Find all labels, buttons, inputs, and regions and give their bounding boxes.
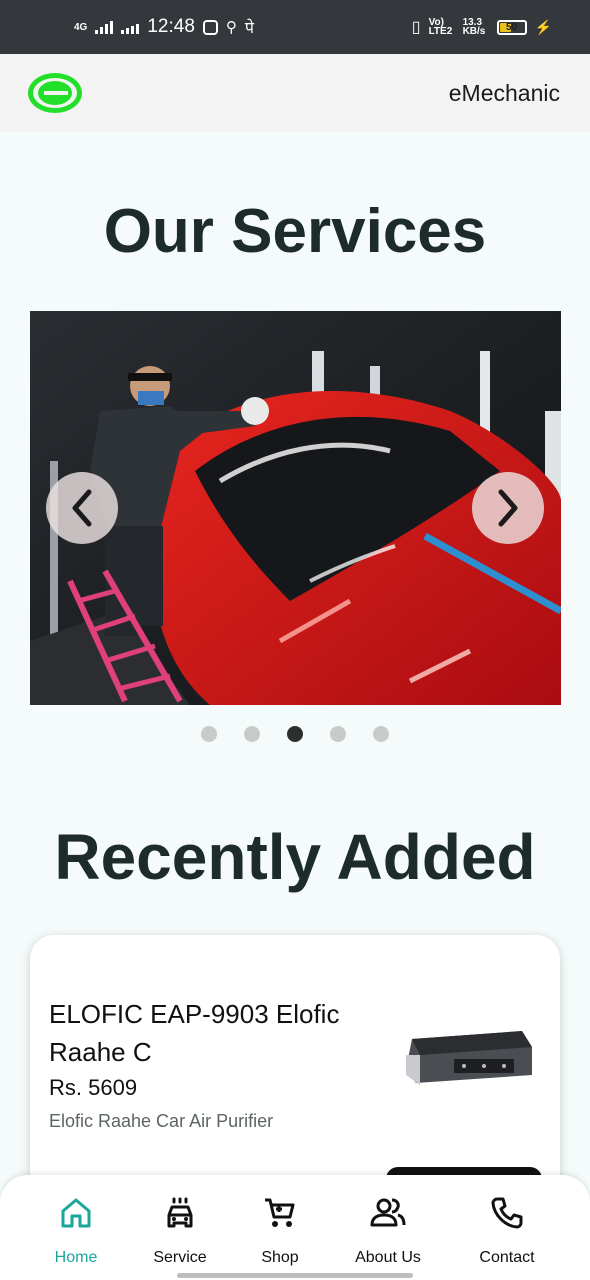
carousel-next-button[interactable] [472,472,544,544]
nav-home-label: Home [54,1249,98,1266]
carousel-dot[interactable] [287,726,303,742]
services-heading: Our Services [103,197,487,266]
product-name: ELOFIC EAP-9903 Elofic Raahe C [49,999,340,1067]
nav-contact[interactable]: Contact [447,1195,567,1267]
recent-heading: Recently Added [54,821,536,893]
nav-about[interactable]: About Us [328,1195,448,1267]
product-image [394,999,540,1111]
battery-level: 50 [506,21,518,33]
signal-icon [95,20,114,34]
app-bar: eMechanic [0,54,590,132]
chevron-left-icon [72,489,92,527]
signal-2-icon [121,20,140,34]
nav-shop[interactable]: Shop [220,1195,340,1267]
bottom-navigation: Home Service Shop About Us Contact [0,1175,590,1280]
app-title: eMechanic [448,79,560,106]
people-icon [370,1198,406,1227]
usb-icon: ⚲ [225,19,237,36]
nav-service-label: Service [153,1249,207,1266]
nav-contact-label: Contact [479,1249,535,1266]
nav-shop-label: Shop [261,1249,299,1266]
carousel-dot[interactable] [201,726,217,742]
car-icon [167,1197,193,1228]
phone-icon [491,1197,523,1229]
status-glyph: पे [244,20,254,37]
product-description: Elofic Raahe Car Air Purifier [49,1111,274,1131]
gesture-bar[interactable] [177,1273,413,1278]
cart-icon [265,1198,295,1227]
carousel-dot[interactable] [330,726,346,742]
vibrate-icon: ▯ [411,19,421,36]
carousel-prev-button[interactable] [46,472,118,544]
status-bar: 4G 12:48 ⚲ पे ▯ Vo) LTE2 13.3 KB/s 50 ⚡ [0,0,590,54]
instagram-icon [202,19,218,35]
battery-icon: 50 [496,19,527,35]
volte-indicator: Vo) LTE2 [428,17,453,37]
chevron-right-icon [498,489,518,527]
carousel-dot[interactable] [373,726,389,742]
nav-home[interactable]: Home [16,1195,136,1267]
net-speed: 13.3 KB/s [462,17,486,37]
home-icon [61,1198,91,1228]
clock: 12:48 [147,16,195,37]
services-carousel[interactable] [30,311,561,705]
carousel-indicators [0,726,590,742]
nav-about-label: About Us [355,1249,421,1266]
charging-icon: ⚡ [534,18,552,35]
network-type: 4G [74,21,88,33]
emechanic-logo[interactable] [28,73,82,113]
carousel-dot[interactable] [244,726,260,742]
product-price: Rs. 5609 [49,1075,138,1100]
